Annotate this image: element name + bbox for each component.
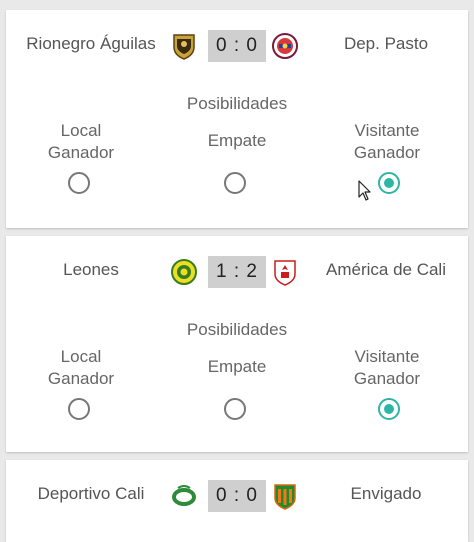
rionegro-aguilas-crest-icon [173,34,195,60]
deportivo-pasto-crest-icon [272,33,298,59]
match-row: Leones 1 : 2 América de Cali [6,252,468,292]
radio-local[interactable] [68,398,90,420]
away-team-name: Envigado [350,484,422,503]
envigado-crest-icon [274,484,296,510]
possibilities-title: Posibilidades [186,320,288,339]
option-local-label: Local Ganador [47,121,115,162]
radio-draw[interactable] [224,398,246,420]
deportivo-cali-crest-icon [172,485,196,506]
mouse-pointer-icon [358,180,371,201]
match-card: Deportivo Cali 0 : 0 Envigado [6,460,468,542]
away-team-name: Dep. Pasto [343,34,429,53]
option-draw-label: Empate [207,131,267,150]
score-display: 0 : 0 [208,30,266,62]
match-card: Leones 1 : 2 América de Cali Posibilidad… [6,236,468,452]
option-local-label: Local Ganador [47,347,115,388]
score-display: 1 : 2 [208,256,266,288]
radio-visitante-selected[interactable] [378,398,400,420]
match-card: Rionegro Águilas 0 : 0 Dep. Pasto Posibi… [6,10,468,228]
match-row: Rionegro Águilas 0 : 0 Dep. Pasto [6,26,468,66]
option-draw-label: Empate [207,357,267,376]
america-de-cali-crest-icon [274,260,296,286]
home-team-name: Deportivo Cali [37,484,145,503]
leones-crest-icon [171,259,197,285]
possibilities-title: Posibilidades [186,94,288,113]
score-display: 0 : 0 [208,480,266,512]
match-row: Deportivo Cali 0 : 0 Envigado [6,476,468,516]
option-visit-label: Visitante Ganador [353,121,421,162]
radio-visitante-selected[interactable] [378,172,400,194]
home-team-name: Leones [63,260,119,279]
away-team-name: América de Cali [326,260,446,279]
radio-draw[interactable] [224,172,246,194]
option-visit-label: Visitante Ganador [353,347,421,388]
radio-local[interactable] [68,172,90,194]
home-team-name: Rionegro Águilas [26,34,156,53]
